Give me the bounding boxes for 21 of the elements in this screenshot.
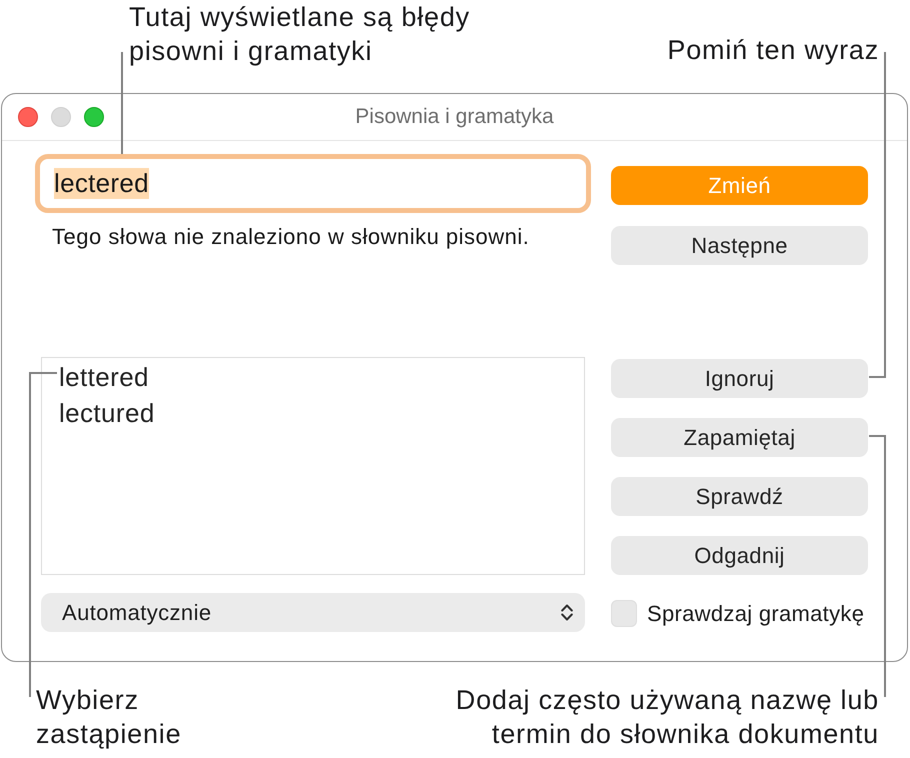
callout-text: Dodaj często używaną nazwę lub termin do słownika dokumentu <box>456 684 879 751</box>
dictionary-popup[interactable]: Automatycznie <box>41 593 585 632</box>
suggestion-item[interactable]: lettered <box>43 359 583 395</box>
not-found-message: Tego słowa nie znaleziono w słowniku pisowni. <box>52 223 530 251</box>
callout-text: Wybierz zastąpienie <box>36 684 182 751</box>
callout-text: Pomiń ten wyraz <box>667 34 879 67</box>
suggestion-item[interactable]: lectured <box>43 395 583 431</box>
callout-text: Tutaj wyświetlane są błędy pisowni i gramatyki <box>129 1 470 68</box>
window-title: Pisownia i gramatyka <box>355 104 554 130</box>
chevron-updown-icon <box>561 604 573 621</box>
dialog-button[interactable]: Następne <box>611 226 868 265</box>
dialog-button[interactable]: Sprawdź <box>611 477 868 516</box>
checkbox-label[interactable]: Sprawdzaj gramatykę <box>647 597 864 630</box>
word-field[interactable]: lectered <box>35 154 591 213</box>
dialog-button[interactable]: Odgadnij <box>611 536 868 575</box>
grammar-checkbox[interactable] <box>611 600 637 627</box>
close-button[interactable] <box>18 107 38 127</box>
dialog-button[interactable]: Zapamiętaj <box>611 418 868 457</box>
dialog-button[interactable]: Ignoruj <box>611 359 868 398</box>
zoom-button[interactable] <box>84 107 104 127</box>
suggestion-list[interactable]: lettered lectured <box>41 357 585 575</box>
